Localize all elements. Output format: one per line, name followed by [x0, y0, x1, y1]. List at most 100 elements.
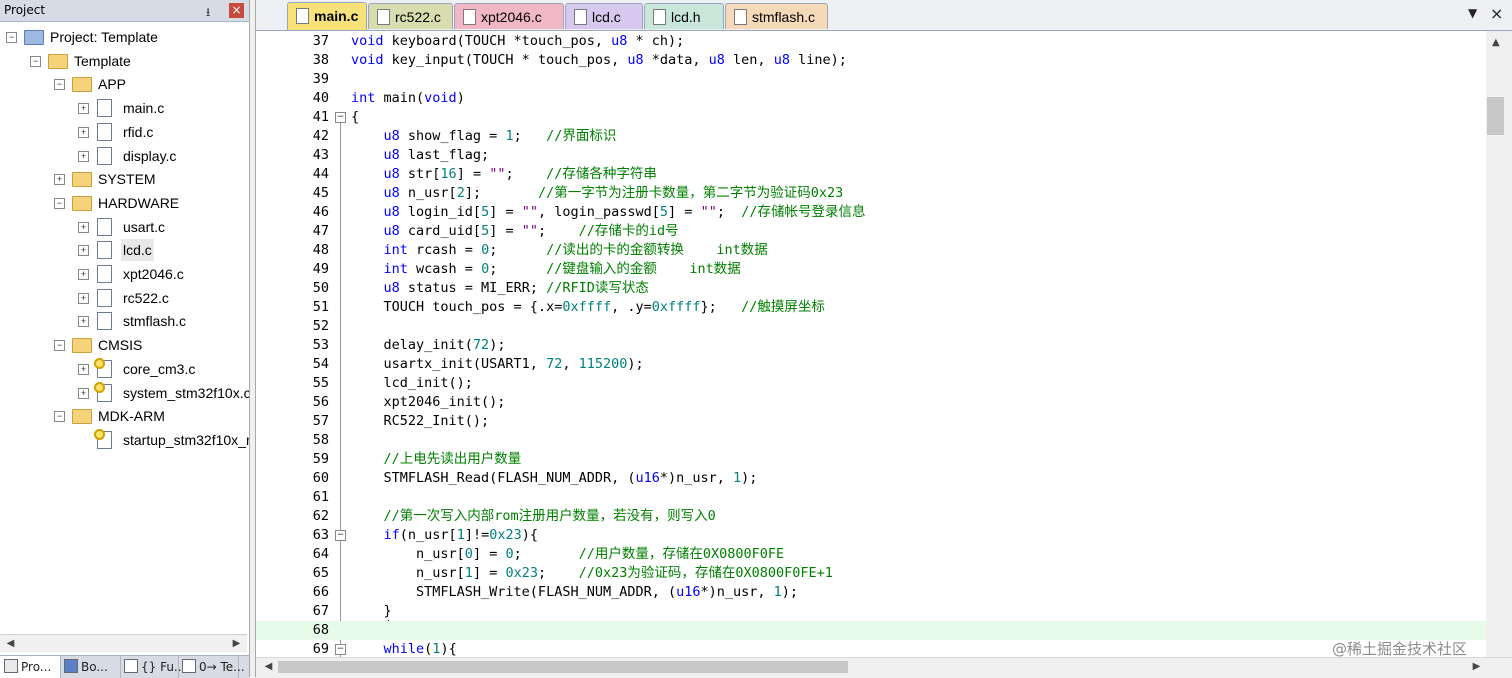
- editor-tab[interactable]: lcd.c: [565, 3, 643, 29]
- expand-icon[interactable]: +: [78, 222, 89, 233]
- code-line[interactable]: 68: [256, 621, 1486, 640]
- editor-tab[interactable]: main.c: [287, 2, 367, 30]
- code-line[interactable]: 37 void keyboard(TOUCH *touch_pos, u8 * c…: [256, 32, 1486, 51]
- tree-item[interactable]: + main.c: [0, 97, 249, 119]
- code-line[interactable]: 43 u8 last_flag;: [256, 146, 1486, 165]
- code-line[interactable]: 52: [256, 317, 1486, 336]
- expand-icon[interactable]: +: [78, 245, 89, 256]
- editor-tab[interactable]: xpt2046.c: [454, 3, 564, 29]
- tree-item[interactable]: + stmflash.c: [0, 310, 249, 332]
- code-line[interactable]: 44 u8 str[16] = ""; //存储各种字符串: [256, 165, 1486, 184]
- close-icon[interactable]: ×: [229, 3, 244, 18]
- bottom-tab[interactable]: {} Fu...: [120, 656, 185, 678]
- scroll-left-icon[interactable]: ◀: [2, 635, 19, 652]
- code-line[interactable]: 41−{: [256, 108, 1486, 127]
- code-line[interactable]: 47 u8 card_uid[5] = ""; //存储卡的id号: [256, 222, 1486, 241]
- fold-toggle-icon[interactable]: −: [335, 112, 346, 123]
- tree-item[interactable]: + system_stm32f10x.c: [0, 382, 249, 404]
- code-line[interactable]: 40 int main(void): [256, 89, 1486, 108]
- close-tab-icon[interactable]: ×: [1490, 4, 1503, 23]
- code-line[interactable]: 55 lcd_init();: [256, 374, 1486, 393]
- code-line[interactable]: 57 RC522_Init();: [256, 412, 1486, 431]
- code-line[interactable]: 65 n_usr[1] = 0x23; //0x23为验证码，存储在0X0800…: [256, 564, 1486, 583]
- scroll-up-icon[interactable]: ▲: [1492, 37, 1500, 48]
- fold-toggle-icon[interactable]: −: [335, 644, 346, 655]
- expand-icon[interactable]: +: [78, 151, 89, 162]
- code-line[interactable]: 56 xpt2046_init();: [256, 393, 1486, 412]
- tree-item[interactable]: + xpt2046.c: [0, 263, 249, 285]
- tree-item[interactable]: + lcd.c: [0, 239, 249, 261]
- code-line[interactable]: 67 }: [256, 602, 1486, 621]
- tree-item[interactable]: + rc522.c: [0, 287, 249, 309]
- tree-item[interactable]: − Template: [0, 50, 249, 72]
- editor-vertical-scrollbar[interactable]: ▲: [1486, 31, 1512, 657]
- scroll-right-icon[interactable]: ▶: [1468, 658, 1485, 675]
- code-line[interactable]: 49 int wcash = 0; //键盘输入的金额 int数据: [256, 260, 1486, 279]
- code-line[interactable]: 58: [256, 431, 1486, 450]
- code-line[interactable]: 46 u8 login_id[5] = "", login_passwd[5] …: [256, 203, 1486, 222]
- code-line[interactable]: 54 usartx_init(USART1, 72, 115200);: [256, 355, 1486, 374]
- editor-horizontal-scrollbar[interactable]: ◀ ▶: [256, 657, 1512, 678]
- collapse-icon[interactable]: −: [54, 340, 65, 351]
- code-line[interactable]: 59 //上电先读出用户数量: [256, 450, 1486, 469]
- expand-icon[interactable]: +: [78, 103, 89, 114]
- code-line[interactable]: 53 delay_init(72);: [256, 336, 1486, 355]
- editor-tab[interactable]: rc522.c: [368, 3, 453, 29]
- horizontal-scroll-thumb[interactable]: [278, 661, 848, 673]
- tree-item[interactable]: − MDK-ARM: [0, 405, 249, 427]
- code-line[interactable]: 48 int rcash = 0; //读出的卡的金额转换 int数据: [256, 241, 1486, 260]
- collapse-icon[interactable]: −: [54, 411, 65, 422]
- expand-icon[interactable]: +: [78, 388, 89, 399]
- collapse-icon[interactable]: −: [54, 79, 65, 90]
- tree-horizontal-scrollbar[interactable]: ◀ ▶: [0, 634, 247, 652]
- code-token: u8: [383, 223, 400, 239]
- tree-item[interactable]: − APP: [0, 73, 249, 95]
- code-token: //读出的卡的金额转换 int数据: [546, 242, 768, 258]
- code-line[interactable]: 42 u8 show_flag = 1; //界面标识: [256, 127, 1486, 146]
- editor-tab[interactable]: lcd.h: [644, 3, 724, 29]
- code-line[interactable]: 39: [256, 70, 1486, 89]
- vertical-scroll-thumb[interactable]: [1487, 97, 1504, 135]
- code-line[interactable]: 50 u8 status = MI_ERR; //RFID读写状态: [256, 279, 1486, 298]
- code-line[interactable]: 61: [256, 488, 1486, 507]
- tree-item[interactable]: − Project: Template: [0, 26, 249, 48]
- tab-list-dropdown-icon[interactable]: ▼: [1468, 6, 1477, 20]
- expand-icon[interactable]: +: [78, 364, 89, 375]
- tree-item[interactable]: + usart.c: [0, 216, 249, 238]
- expand-icon[interactable]: +: [78, 127, 89, 138]
- scroll-right-icon[interactable]: ▶: [228, 635, 245, 652]
- code-line[interactable]: 38 void key_input(TOUCH * touch_pos, u8 *…: [256, 51, 1486, 70]
- scroll-left-icon[interactable]: ◀: [260, 658, 277, 675]
- code-line[interactable]: 64 n_usr[0] = 0; //用户数量，存储在0X0800F0FE: [256, 545, 1486, 564]
- tree-item[interactable]: + SYSTEM: [0, 168, 249, 190]
- pin-icon[interactable]: ⭳: [206, 3, 210, 24]
- bottom-tab[interactable]: 0→ Te...: [178, 656, 245, 678]
- fold-toggle-icon[interactable]: −: [335, 530, 346, 541]
- collapse-icon[interactable]: −: [54, 198, 65, 209]
- tree-item[interactable]: − HARDWARE: [0, 192, 249, 214]
- expand-icon[interactable]: +: [54, 174, 65, 185]
- code-line[interactable]: 66 STMFLASH_Write(FLASH_NUM_ADDR, (u16*)…: [256, 583, 1486, 602]
- code-line[interactable]: 45 u8 n_usr[2]; //第一字节为注册卡数量，第二字节为验证码0x2…: [256, 184, 1486, 203]
- tree-item[interactable]: + core_cm3.c: [0, 358, 249, 380]
- tree-item[interactable]: + rfid.c: [0, 121, 249, 143]
- expand-icon[interactable]: +: [78, 293, 89, 304]
- bottom-tab[interactable]: Pro...: [0, 656, 61, 678]
- expand-icon[interactable]: +: [78, 269, 89, 280]
- code-line[interactable]: 51 TOUCH touch_pos = {.x=0xffff, .y=0xff…: [256, 298, 1486, 317]
- code-line[interactable]: 63− if(n_usr[1]!=0x23){: [256, 526, 1486, 545]
- collapse-icon[interactable]: −: [6, 32, 17, 43]
- tree-item[interactable]: startup_stm32f10x_md.s: [0, 429, 249, 451]
- tree-item[interactable]: − CMSIS: [0, 334, 249, 356]
- code-line[interactable]: 69− while(1){: [256, 640, 1486, 657]
- code-line[interactable]: 62 //第一次写入内部rom注册用户数量，若没有，则写入0: [256, 507, 1486, 526]
- tree-item-label: Project: Template: [50, 29, 158, 45]
- editor-tab[interactable]: stmflash.c: [725, 3, 828, 29]
- code-line[interactable]: 60 STMFLASH_Read(FLASH_NUM_ADDR, (u16*)n…: [256, 469, 1486, 488]
- bottom-tab[interactable]: Bo...: [60, 656, 121, 678]
- tree-item[interactable]: + display.c: [0, 145, 249, 167]
- code-area[interactable]: 37 void keyboard(TOUCH *touch_pos, u8 * c…: [256, 31, 1486, 657]
- collapse-icon[interactable]: −: [30, 56, 41, 67]
- expand-icon[interactable]: +: [78, 316, 89, 327]
